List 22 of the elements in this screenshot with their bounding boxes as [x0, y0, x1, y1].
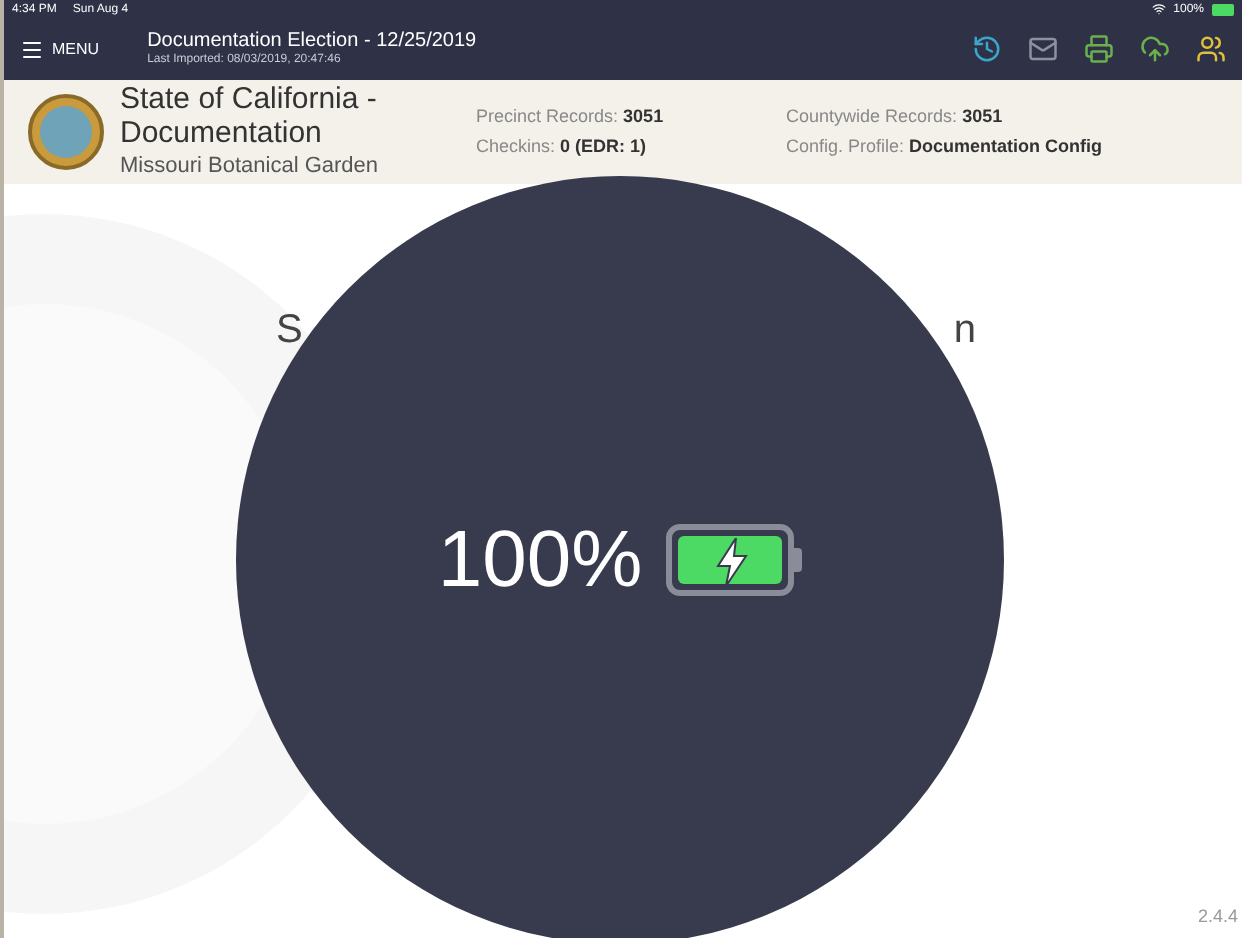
heading-fragment: S	[276, 306, 303, 356]
version-label: 2.4.4	[1197, 903, 1238, 929]
battery-icon	[1212, 3, 1234, 15]
menu-icon	[20, 37, 44, 61]
stat-text: Precinct Records: 3051	[476, 104, 666, 130]
stat-text: Countywide Records: 3051	[786, 104, 1005, 130]
wifi-icon	[1151, 2, 1166, 16]
battery-icon	[666, 524, 803, 596]
menu-button[interactable]: MENU	[12, 37, 108, 61]
election-title: Documentation Election - 12/25/2019	[147, 29, 477, 53]
printer-icon[interactable]	[1084, 34, 1114, 64]
history-icon[interactable]	[972, 34, 1002, 64]
users-icon[interactable]	[1196, 34, 1226, 64]
stat-text: Checkins: 0 (EDR: 1)	[476, 133, 649, 160]
battery-percent: 100%	[437, 514, 643, 608]
stat-text: Config. Profile: Documentation Config	[786, 133, 1103, 160]
org-subtitle: Missouri Botanical Garden	[120, 151, 381, 182]
org-title: State of California - Documentation	[120, 81, 379, 150]
heading-fragment: n	[953, 306, 976, 356]
state-seal-icon	[28, 94, 104, 170]
cloud-upload-icon[interactable]	[1140, 34, 1170, 64]
mail-icon[interactable]	[1028, 34, 1058, 64]
